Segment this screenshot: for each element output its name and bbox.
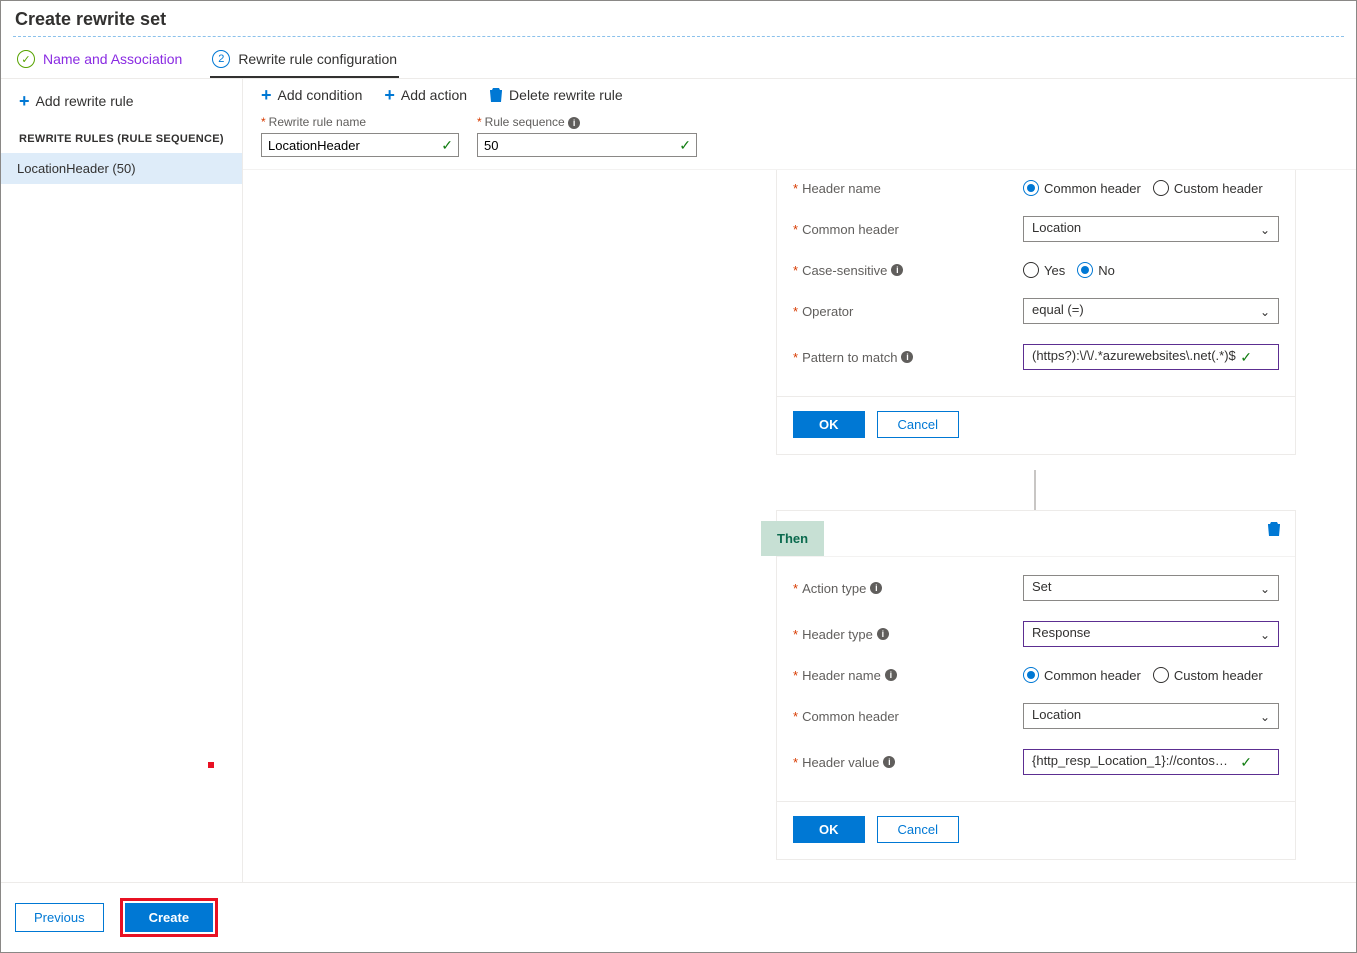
common-header-select[interactable]: Location⌄ xyxy=(1023,703,1279,729)
trash-icon[interactable] xyxy=(1267,521,1281,540)
common-header-label: Common header xyxy=(802,709,899,724)
header-name-label: Header name xyxy=(802,668,881,683)
tab-label: Name and Association xyxy=(43,51,182,67)
radio-custom-header[interactable]: Custom header xyxy=(1153,180,1263,196)
toolbar-label: Delete rewrite rule xyxy=(509,87,623,103)
sidebar-section-header: REWRITE RULES (RULE SEQUENCE) xyxy=(1,115,242,153)
action-type-label: Action type xyxy=(802,581,866,596)
info-icon[interactable]: i xyxy=(901,351,913,363)
operator-select[interactable]: equal (=)⌄ xyxy=(1023,298,1279,324)
add-condition-button[interactable]: + Add condition xyxy=(261,87,362,103)
rule-form: *Rewrite rule name ✓ *Rule sequence i ✓ xyxy=(243,111,1356,170)
header-value-input[interactable]: {http_resp_Location_1}://contoso.com{htt… xyxy=(1023,749,1279,775)
rule-name-input[interactable] xyxy=(261,133,459,157)
info-icon[interactable]: i xyxy=(885,669,897,681)
checkmark-icon: ✓ xyxy=(679,137,691,154)
common-header-label: Common header xyxy=(802,222,899,237)
chevron-down-icon: ⌄ xyxy=(1260,582,1270,596)
action-type-select[interactable]: Set⌄ xyxy=(1023,575,1279,601)
cancel-button[interactable]: Cancel xyxy=(877,816,959,843)
checkmark-icon: ✓ xyxy=(1240,349,1252,366)
previous-button[interactable]: Previous xyxy=(15,903,104,932)
cancel-button[interactable]: Cancel xyxy=(877,411,959,438)
radio-common-header[interactable]: Common header xyxy=(1023,667,1141,683)
info-icon[interactable]: i xyxy=(877,628,889,640)
condition-card: *Header name Common header Custom header… xyxy=(776,170,1296,455)
case-sensitive-label: Case-sensitive xyxy=(802,263,887,278)
step-number-icon: 2 xyxy=(212,50,230,68)
header-type-label: Header type xyxy=(802,627,873,642)
tab-rewrite-rule-configuration[interactable]: 2 Rewrite rule configuration xyxy=(210,42,399,78)
check-icon: ✓ xyxy=(17,50,35,68)
info-icon[interactable]: i xyxy=(891,264,903,276)
rule-sequence-label: *Rule sequence i xyxy=(477,115,697,129)
add-action-button[interactable]: + Add action xyxy=(384,87,467,103)
connector-line xyxy=(1034,470,1036,510)
plus-icon: + xyxy=(19,94,30,108)
header-name-label: Header name xyxy=(802,181,881,196)
tab-label: Rewrite rule configuration xyxy=(238,51,397,67)
create-button[interactable]: Create xyxy=(125,903,213,932)
then-badge: Then xyxy=(761,521,824,556)
plus-icon: + xyxy=(261,88,272,102)
add-rewrite-rule-button[interactable]: + Add rewrite rule xyxy=(1,87,242,115)
checkmark-icon: ✓ xyxy=(441,137,453,154)
rule-sequence-input[interactable] xyxy=(477,133,697,157)
rule-name-label: *Rewrite rule name xyxy=(261,115,459,129)
tab-name-and-association[interactable]: ✓ Name and Association xyxy=(15,42,184,78)
ok-button[interactable]: OK xyxy=(793,411,865,438)
radio-yes[interactable]: Yes xyxy=(1023,262,1065,278)
divider xyxy=(13,36,1344,37)
wizard-tabs: ✓ Name and Association 2 Rewrite rule co… xyxy=(1,37,1356,79)
delete-rewrite-rule-button[interactable]: Delete rewrite rule xyxy=(489,87,623,103)
common-header-select[interactable]: Location⌄ xyxy=(1023,216,1279,242)
radio-common-header[interactable]: Common header xyxy=(1023,180,1141,196)
toolbar-label: Add action xyxy=(401,87,467,103)
chevron-down-icon: ⌄ xyxy=(1260,710,1270,724)
header-value-label: Header value xyxy=(802,755,879,770)
action-card: Then *Action type i Set⌄ *Header type i … xyxy=(776,510,1296,860)
sidebar: + Add rewrite rule REWRITE RULES (RULE S… xyxy=(1,79,243,890)
create-button-highlight: Create xyxy=(120,898,218,937)
radio-no[interactable]: No xyxy=(1077,262,1115,278)
info-icon[interactable]: i xyxy=(568,117,580,129)
pattern-label: Pattern to match xyxy=(802,350,897,365)
trash-icon xyxy=(489,87,503,103)
red-dot-marker xyxy=(208,762,214,768)
info-icon[interactable]: i xyxy=(870,582,882,594)
footer: Previous Create xyxy=(1,882,1356,952)
radio-custom-header[interactable]: Custom header xyxy=(1153,667,1263,683)
ok-button[interactable]: OK xyxy=(793,816,865,843)
header-type-select[interactable]: Response⌄ xyxy=(1023,621,1279,647)
pattern-input[interactable]: (https?):\/\/.*azurewebsites\.net(.*)$✓ xyxy=(1023,344,1279,370)
chevron-down-icon: ⌄ xyxy=(1260,305,1270,319)
plus-icon: + xyxy=(384,88,395,102)
chevron-down-icon: ⌄ xyxy=(1260,628,1270,642)
checkmark-icon: ✓ xyxy=(1240,754,1252,771)
chevron-down-icon: ⌄ xyxy=(1260,223,1270,237)
operator-label: Operator xyxy=(802,304,853,319)
page-title: Create rewrite set xyxy=(1,1,1356,36)
toolbar: + Add condition + Add action Delete rewr… xyxy=(243,79,1356,111)
add-rule-label: Add rewrite rule xyxy=(36,93,134,109)
sidebar-item-locationheader[interactable]: LocationHeader (50) xyxy=(1,153,242,184)
toolbar-label: Add condition xyxy=(278,87,363,103)
info-icon[interactable]: i xyxy=(883,756,895,768)
